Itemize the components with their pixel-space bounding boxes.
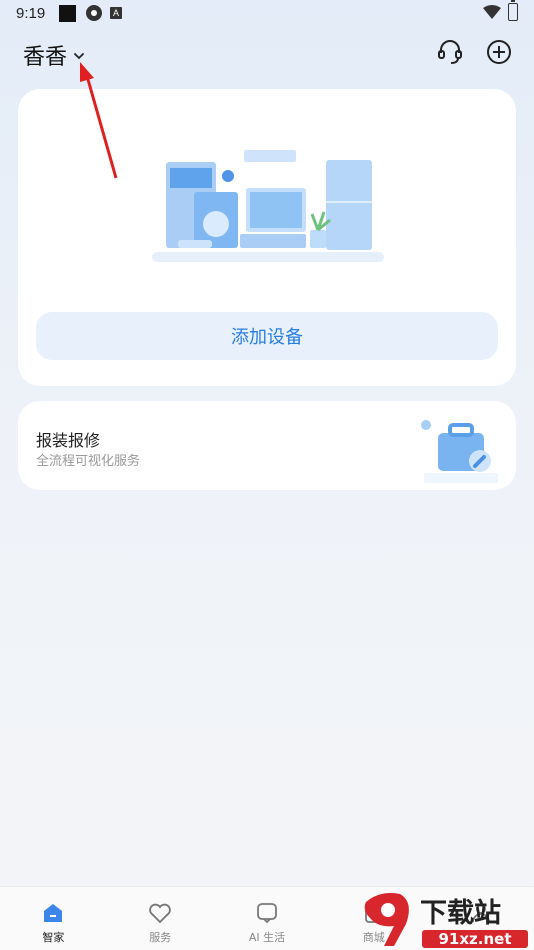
repair-title: 报装报修	[36, 431, 101, 450]
nav-label-ai-life: AI 生活	[248, 931, 286, 944]
add-device-button[interactable]: 添加设备	[36, 312, 498, 360]
status-bar: 9:19 A	[0, 0, 534, 28]
watermark-domain: 91xz.net	[438, 930, 511, 948]
headset-icon[interactable]	[436, 38, 464, 66]
nav-label-home: 智家	[42, 931, 65, 944]
add-circle-icon[interactable]	[485, 38, 513, 66]
nav-item-ai-life[interactable]: AI 生活	[214, 887, 321, 950]
notification-square-icon	[59, 5, 76, 22]
nav-label-service: 服务	[149, 931, 172, 944]
app-a-icon: A	[110, 7, 122, 19]
appliances-illustration	[152, 150, 384, 262]
toolbox-icon	[421, 420, 498, 483]
heart-icon	[149, 903, 171, 924]
home-name: 香香	[23, 45, 68, 70]
chat-icon	[257, 903, 277, 924]
repair-service-card[interactable]: 报装报修 全流程可视化服务	[18, 401, 516, 490]
device-card: 添加设备	[18, 89, 516, 386]
nav-item-home[interactable]: 智家	[0, 887, 107, 950]
watermark-brand: 下载站	[420, 898, 501, 929]
battery-icon	[508, 0, 518, 21]
settings-gear-icon	[86, 5, 102, 21]
nav-item-service[interactable]: 服务	[107, 887, 214, 950]
chevron-down-icon	[74, 53, 84, 60]
watermark-logo: 下载站 91xz.net	[364, 893, 528, 948]
wifi-icon	[483, 5, 501, 19]
repair-subtitle: 全流程可视化服务	[36, 454, 141, 469]
home-selector[interactable]: 香香	[23, 39, 85, 71]
home-icon	[44, 904, 63, 922]
status-time: 9:19	[16, 5, 46, 22]
